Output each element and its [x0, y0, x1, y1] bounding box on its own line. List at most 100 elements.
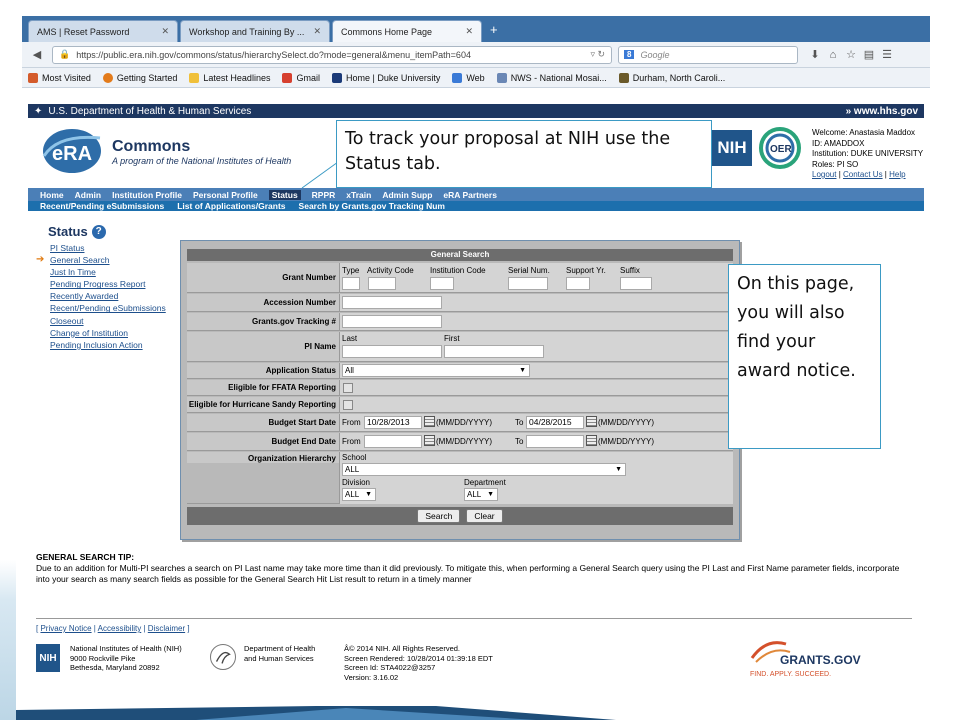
- grant-number-label: Grant Number: [187, 263, 339, 292]
- menu-home[interactable]: Home: [40, 190, 64, 200]
- bookmark[interactable]: Getting Started: [102, 72, 177, 83]
- close-icon[interactable]: ✕: [161, 26, 169, 37]
- weather-icon: [496, 72, 507, 83]
- clear-button[interactable]: Clear: [466, 509, 503, 523]
- app-status-select[interactable]: All ▼: [342, 364, 530, 377]
- sandy-label: Eligible for Hurricane Sandy Reporting: [187, 397, 339, 412]
- logout-link[interactable]: Logout: [812, 170, 836, 179]
- type-label: Type: [342, 266, 360, 275]
- tab-title: Commons Home Page: [341, 26, 433, 37]
- app-subtitle: A program of the National Institutes of …: [112, 156, 292, 166]
- back-icon[interactable]: ◀: [28, 48, 46, 61]
- hhs-title: U.S. Department of Health & Human Servic…: [48, 105, 252, 117]
- star-icon[interactable]: ☆: [842, 48, 860, 61]
- accession-field[interactable]: [342, 296, 442, 309]
- institution-code-field[interactable]: [430, 277, 454, 290]
- school-label: School: [342, 453, 367, 462]
- nav-general-search[interactable]: ➔ General Search: [36, 254, 166, 266]
- bookmark[interactable]: Durham, North Caroli...: [618, 72, 725, 83]
- google-icon: [452, 72, 463, 83]
- budget-end-to-field[interactable]: [526, 435, 584, 448]
- sub-menu: Recent/Pending eSubmissions List of Appl…: [28, 201, 924, 211]
- calendar-icon[interactable]: [424, 416, 435, 427]
- org-hierarchy-row: Organization Hierarchy School ALL ▼ Divis…: [187, 452, 733, 504]
- browser-tab[interactable]: Workshop and Training By ... ✕: [180, 20, 330, 42]
- budget-start-to-field[interactable]: 04/28/2015: [526, 416, 584, 429]
- search-placeholder: Google: [640, 49, 670, 60]
- ffata-checkbox[interactable]: [343, 383, 353, 393]
- contact-link[interactable]: Contact Us: [843, 170, 883, 179]
- division-select[interactable]: ALL ▼: [342, 488, 376, 501]
- close-icon[interactable]: ✕: [465, 26, 473, 37]
- privacy-link[interactable]: Privacy Notice: [40, 624, 91, 633]
- search-input[interactable]: 8 Google: [618, 45, 798, 64]
- type-field[interactable]: [342, 277, 360, 290]
- reload-icon[interactable]: ▿ ↻: [590, 49, 605, 60]
- nav-change-institution[interactable]: Change of Institution: [50, 327, 166, 339]
- calendar-icon[interactable]: [586, 435, 597, 446]
- bookmark[interactable]: Gmail: [282, 72, 320, 83]
- browser-tab-active[interactable]: Commons Home Page ✕: [332, 20, 482, 42]
- suffix-field[interactable]: [620, 277, 652, 290]
- disclaimer-link[interactable]: Disclaimer: [148, 624, 185, 633]
- new-tab-icon[interactable]: +: [484, 22, 504, 37]
- menu-icon[interactable]: ☰: [878, 48, 896, 61]
- pi-last-field[interactable]: [342, 345, 442, 358]
- support-yr-field[interactable]: [566, 277, 590, 290]
- bookmark[interactable]: Web: [452, 72, 485, 83]
- menu-personal-profile[interactable]: Personal Profile: [193, 190, 258, 200]
- serial-num-field[interactable]: [508, 277, 548, 290]
- school-select[interactable]: ALL ▼: [342, 463, 626, 476]
- bookmark[interactable]: Most Visited: [28, 72, 91, 83]
- budget-end-from-field[interactable]: [364, 435, 422, 448]
- accessibility-link[interactable]: Accessibility: [98, 624, 142, 633]
- bookmark[interactable]: Home | Duke University: [331, 72, 440, 83]
- duke-icon: [331, 72, 342, 83]
- chevron-down-icon: ▼: [615, 466, 622, 473]
- budget-start-row: Budget Start Date From 10/28/2013 (MM/DD…: [187, 414, 733, 432]
- department-select[interactable]: ALL ▼: [464, 488, 498, 501]
- nav-recent-pending[interactable]: Recent/Pending eSubmissions: [50, 302, 166, 314]
- department-value: ALL: [467, 490, 482, 499]
- search-button[interactable]: Search: [417, 509, 461, 523]
- pi-first-field[interactable]: [444, 345, 544, 358]
- menu-xtrain[interactable]: xTrain: [346, 190, 371, 200]
- help-icon[interactable]: ?: [91, 224, 106, 239]
- address-line: National Institutes of Health (NIH): [70, 644, 182, 653]
- menu-rppr[interactable]: RPPR: [312, 190, 336, 200]
- help-link[interactable]: Help: [889, 170, 905, 179]
- close-icon[interactable]: ✕: [313, 26, 321, 37]
- browser-tab[interactable]: AMS | Reset Password ✕: [28, 20, 178, 42]
- menu-admin-supp[interactable]: Admin Supp: [382, 190, 432, 200]
- serial-num-label: Serial Num.: [508, 266, 550, 275]
- pi-last-label: Last: [342, 334, 358, 343]
- menu-status[interactable]: Status: [268, 189, 301, 200]
- activity-code-field[interactable]: [368, 277, 396, 290]
- submenu-search-tracking[interactable]: Search by Grants.gov Tracking Num: [299, 201, 445, 211]
- submenu-list-applications[interactable]: List of Applications/Grants: [177, 201, 285, 211]
- menu-admin[interactable]: Admin: [75, 190, 101, 200]
- hhs-link[interactable]: » www.hhs.gov: [846, 106, 918, 117]
- nih-logo-text: NIH: [717, 138, 747, 157]
- nav-pending-inclusion[interactable]: Pending Inclusion Action: [50, 339, 166, 351]
- tracking-field[interactable]: [342, 315, 442, 328]
- bookmark[interactable]: Latest Headlines: [189, 72, 270, 83]
- bookmark[interactable]: NWS - National Mosai...: [496, 72, 607, 83]
- menu-institution-profile[interactable]: Institution Profile: [112, 190, 182, 200]
- nav-just-in-time[interactable]: Just In Time: [50, 266, 166, 278]
- submenu-recent-pending[interactable]: Recent/Pending eSubmissions: [40, 201, 164, 211]
- nav-pi-status[interactable]: PI Status: [50, 242, 166, 254]
- url-bar[interactable]: 🔒 https://public.era.nih.gov/commons/sta…: [52, 45, 612, 64]
- sandy-checkbox[interactable]: [343, 400, 353, 410]
- slide-left-decoration: [0, 0, 16, 720]
- download-icon[interactable]: ⬇: [806, 48, 824, 61]
- nav-pending-progress[interactable]: Pending Progress Report: [50, 278, 166, 290]
- nav-recently-awarded[interactable]: Recently Awarded: [50, 290, 166, 302]
- home-icon[interactable]: ⌂: [824, 49, 842, 61]
- menu-era-partners[interactable]: eRA Partners: [443, 190, 497, 200]
- calendar-icon[interactable]: [424, 435, 435, 446]
- reader-icon[interactable]: ▤: [860, 48, 878, 61]
- budget-start-from-field[interactable]: 10/28/2013: [364, 416, 422, 429]
- calendar-icon[interactable]: [586, 416, 597, 427]
- nav-closeout[interactable]: Closeout: [50, 315, 166, 327]
